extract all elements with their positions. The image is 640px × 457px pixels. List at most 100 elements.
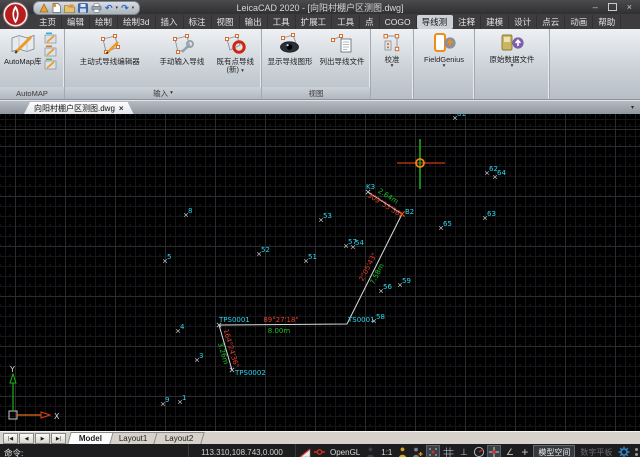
close-button[interactable]: × — [627, 3, 632, 12]
ribbon-tab-11[interactable]: 点 — [360, 15, 380, 29]
ribbon-tab-9[interactable]: 扩展工 — [296, 15, 333, 29]
existing-points-traverse-button[interactable]: 既有点导线 (新) ▾ — [211, 30, 259, 75]
point-label-54[interactable]: 54 — [355, 239, 364, 247]
point-label-52[interactable]: 52 — [261, 246, 270, 254]
layout-tab-model[interactable]: Model — [67, 432, 114, 444]
document-close-icon[interactable]: × — [119, 104, 124, 113]
station-label-TPS0001[interactable]: TPS0001 — [218, 316, 250, 324]
minimize-button[interactable]: – — [593, 3, 598, 12]
model-space-button[interactable]: 模型空间 — [533, 445, 575, 457]
ribbon-tab-13[interactable]: 导线测 — [417, 15, 454, 29]
annotation-scale[interactable]: 1:1 — [379, 448, 394, 457]
point-label-65[interactable]: 65 — [443, 220, 452, 228]
ribbon-tab-4[interactable]: 插入 — [156, 15, 184, 29]
point-label-59[interactable]: 59 — [402, 277, 411, 285]
polar-tracking-icon[interactable] — [472, 446, 485, 457]
prev-layout-icon[interactable]: ◀ — [19, 433, 34, 444]
automap-library-button[interactable]: AutoMap库 — [2, 30, 44, 67]
last-layout-icon[interactable]: ▶| — [51, 433, 66, 444]
crosshair-toggle-icon[interactable]: + — [518, 446, 531, 457]
ribbon-tab-7[interactable]: 输出 — [240, 15, 268, 29]
coordinate-display[interactable]: 113.310,108.743,0.000 — [188, 444, 296, 457]
fieldgenius-button[interactable]: FieldGenius ▾ — [414, 29, 475, 99]
annotation-add-icon[interactable] — [411, 446, 424, 457]
automap-symbol-icon[interactable] — [44, 58, 57, 70]
maximize-button[interactable] — [608, 3, 617, 11]
calibrate-button[interactable]: 校准 ▾ — [371, 29, 414, 99]
ortho-mode-icon[interactable]: ⊥ — [457, 446, 470, 457]
annotation-person-icon[interactable] — [364, 446, 377, 457]
station-label-TPS0002[interactable]: TPS0002 — [234, 369, 266, 377]
show-traverse-graphics-button[interactable]: 显示导线图形 — [264, 30, 316, 67]
point-label-56[interactable]: 56 — [383, 283, 392, 291]
ribbon-tab-5[interactable]: 标注 — [184, 15, 212, 29]
next-layout-icon[interactable]: ▶ — [35, 433, 50, 444]
object-track-icon[interactable]: ∠ — [503, 446, 516, 457]
automap-hatch-icon[interactable] — [44, 45, 57, 57]
status-bar: 命令: 113.310,108.743,0.000 OpenGL 1:1 ⊥ ∠… — [0, 444, 640, 457]
manual-input-traverse-button[interactable]: 手动输入导线 — [152, 30, 211, 67]
command-prompt[interactable]: 命令: — [4, 447, 23, 457]
automap-group-label[interactable]: AutoMAP — [0, 87, 64, 99]
point-label-51[interactable]: 51 — [308, 253, 317, 261]
ribbon-tab-14[interactable]: 注释 — [453, 15, 481, 29]
snap-mode-icon[interactable] — [426, 445, 440, 457]
digitizer-toggle[interactable]: 数字平板 — [577, 447, 615, 457]
ribbon-tab-15[interactable]: 建模 — [481, 15, 509, 29]
ribbon-tab-17[interactable]: 点云 — [537, 15, 565, 29]
ribbon-tab-2[interactable]: 绘制 — [90, 15, 118, 29]
list-traverse-file-button[interactable]: 列出导线文件 — [316, 30, 368, 67]
ribbon-tab-3[interactable]: 绘制3d — [118, 15, 155, 29]
station-label-B2[interactable]: B2 — [405, 208, 414, 216]
layout-tab-layout2[interactable]: Layout2 — [153, 432, 205, 444]
first-layout-icon[interactable]: |◀ — [3, 433, 18, 444]
grid-display-icon[interactable] — [442, 446, 455, 457]
object-snap-icon[interactable] — [487, 445, 501, 457]
point-label-53[interactable]: 53 — [323, 212, 332, 220]
show-traverse-graphics-label: 显示导线图形 — [268, 58, 313, 66]
ribbon-tab-19[interactable]: 帮助 — [593, 15, 621, 29]
automap-layer-icon[interactable] — [44, 32, 57, 44]
view-group-label[interactable]: 视图 — [262, 87, 370, 99]
opengl-indicator[interactable]: OpenGL — [328, 448, 362, 457]
point-label-81[interactable]: 81 — [457, 114, 466, 118]
input-group-label[interactable]: 输入▾ — [65, 87, 261, 99]
ribbon-tab-16[interactable]: 设计 — [509, 15, 537, 29]
station-label-K3[interactable]: K3 — [366, 183, 375, 191]
ribbon-tab-1[interactable]: 编辑 — [62, 15, 90, 29]
point-label-64[interactable]: 64 — [497, 169, 506, 177]
ribbon-tab-10[interactable]: 工具 — [332, 15, 360, 29]
point-label-58[interactable]: 58 — [376, 313, 385, 321]
ribbon-tab-6[interactable]: 视图 — [212, 15, 240, 29]
drawing-area[interactable]: K3B2TS0001TPS0001TPS0002309°33'56"2.64m2… — [0, 114, 640, 431]
station-label-TS0001[interactable]: TS0001 — [347, 316, 375, 324]
ribbon-collapse-icon[interactable]: ▾ — [631, 104, 634, 111]
raw-data-file-button[interactable]: 原始数据文件 ▾ — [475, 29, 550, 99]
traverse-wrench-icon — [169, 32, 195, 56]
tablet-pin-icon[interactable] — [313, 446, 326, 457]
ribbon-tab-8[interactable]: 工具 — [268, 15, 296, 29]
point-label-5[interactable]: 5 — [167, 253, 171, 261]
window-title: LeicaCAD 2020 - [向阳村棚户区测图.dwg] — [0, 1, 640, 14]
ribbon-group-input: 主动式导线编辑器 手动输入导线 — [65, 29, 262, 99]
slope-display-icon[interactable] — [298, 446, 311, 457]
document-tab[interactable]: 向阳村棚户区测图.dwg × — [24, 102, 134, 114]
ucs-origin-icon — [9, 411, 17, 419]
active-traverse-editor-button[interactable]: 主动式导线编辑器 — [67, 30, 152, 67]
ribbon-tab-0[interactable]: 主页 — [34, 15, 62, 29]
point-label-3[interactable]: 3 — [199, 352, 203, 360]
raw-data-file-icon — [499, 31, 525, 55]
drawing-canvas[interactable]: K3B2TS0001TPS0001TPS0002309°33'56"2.64m2… — [0, 114, 640, 431]
app-logo-icon[interactable] — [2, 1, 29, 33]
point-label-1[interactable]: 1 — [182, 394, 186, 402]
point-label-9[interactable]: 9 — [165, 396, 169, 404]
point-label-4[interactable]: 4 — [180, 323, 185, 331]
layout-tab-layout1[interactable]: Layout1 — [107, 432, 159, 444]
statusbar-grip-icon[interactable] — [635, 448, 638, 456]
point-label-63[interactable]: 63 — [487, 210, 496, 218]
annotation-visibility-icon[interactable] — [396, 446, 409, 457]
settings-gear-icon[interactable] — [617, 446, 630, 457]
ribbon-tab-18[interactable]: 动画 — [565, 15, 593, 29]
point-label-8[interactable]: 8 — [188, 207, 192, 215]
ribbon-tab-12[interactable]: COGO — [380, 16, 417, 28]
